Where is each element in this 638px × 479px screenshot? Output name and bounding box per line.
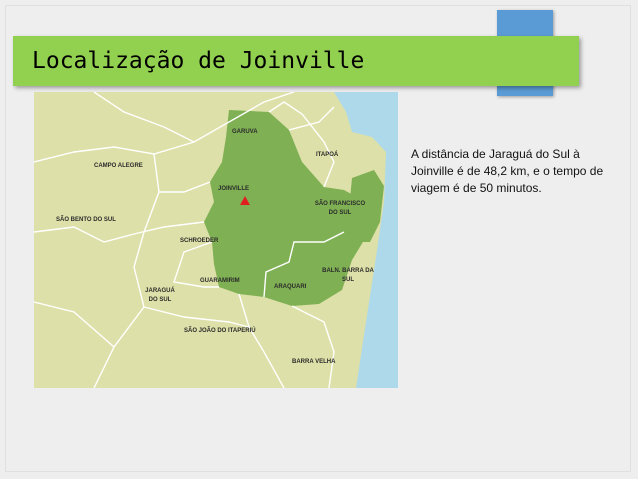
map-label-joinville: JOINVILLE <box>218 186 250 192</box>
map-label-schroeder: SCHROEDER <box>180 238 219 244</box>
map-label-sao-bento-do-sul: SÃO BENTO DO SUL <box>56 217 116 223</box>
slide-title: Localização de Joinville <box>32 48 365 74</box>
map-label-barra-velha: BARRA VELHA <box>292 359 336 365</box>
joinville-region-map: GARUVA ITAPOÁ CAMPO ALEGRE JOINVILLE SÃO… <box>34 92 398 388</box>
map-label-sao-francisco-do-sul: SÃO FRANCISCO DO SUL <box>314 201 366 216</box>
distance-description: A distância de Jaraguá do Sul à Joinvill… <box>411 147 604 195</box>
map-label-araquari: ARAQUARI <box>274 284 307 290</box>
map-label-balneario-barra-do-sul: BALN. BARRA DA SUL <box>322 268 374 283</box>
map-label-jaragua-do-sul: JARAGUÁ DO SUL <box>145 288 175 303</box>
map-label-campo-alegre: CAMPO ALEGRE <box>94 163 143 169</box>
map-label-sao-joao-do-itaperiu: SÃO JOÃO DO ITAPERIÚ <box>184 328 256 334</box>
slide: Localização de Joinville GARUVA ITAPOÁ C… <box>0 0 638 479</box>
map-label-guaramirim: GUARAMIRIM <box>200 278 240 284</box>
map-label-itapoa: ITAPOÁ <box>316 152 339 158</box>
map-label-garuva: GARUVA <box>232 129 258 135</box>
